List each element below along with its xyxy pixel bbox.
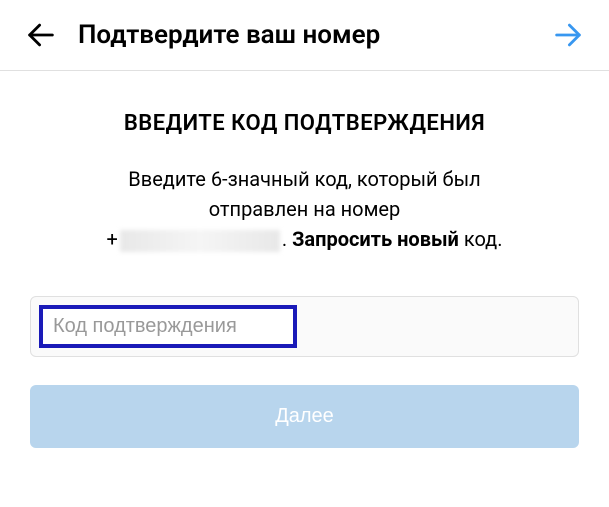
confirmation-code-input[interactable] (53, 315, 283, 338)
phone-number-blurred (120, 230, 280, 252)
section-title: ВВЕДИТЕ КОД ПОДТВЕРЖДЕНИЯ (30, 111, 579, 136)
phone-prefix: + (106, 227, 117, 251)
page-title: Подтвердите ваш номер (78, 20, 551, 50)
request-suffix: код. (459, 227, 503, 251)
code-input-highlight (39, 305, 297, 348)
period: . (282, 227, 292, 251)
instruction-line2: отправлен на номер (209, 197, 401, 221)
content-area: ВВЕДИТЕ КОД ПОДТВЕРЖДЕНИЯ Введите 6-знач… (0, 71, 609, 468)
next-button[interactable]: Далее (30, 385, 579, 448)
header: Подтвердите ваш номер (0, 0, 609, 71)
code-input-container (30, 296, 579, 357)
instruction-line1: Введите 6-значный код, который был (128, 167, 480, 191)
instruction-text: Введите 6-значный код, который был отпра… (30, 164, 579, 254)
request-new-code-link[interactable]: Запросить новый (292, 227, 459, 251)
forward-arrow-icon[interactable] (551, 18, 585, 52)
back-arrow-icon[interactable] (24, 18, 58, 52)
